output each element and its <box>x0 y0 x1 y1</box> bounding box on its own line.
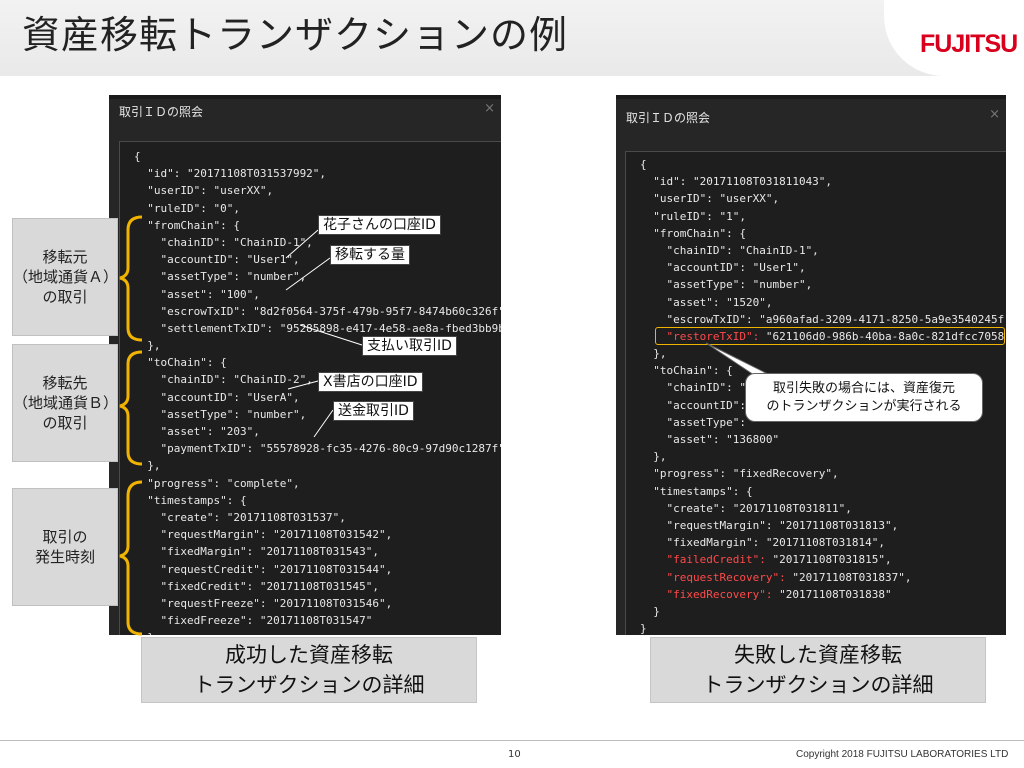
callout-hanako-account: 花子さんの口座ID <box>318 215 441 235</box>
callout-transfer-amount: 移転する量 <box>330 245 410 265</box>
brace-source <box>119 215 143 342</box>
connector-remit <box>313 409 334 438</box>
brace-destination <box>119 350 143 466</box>
connector-xstore <box>287 380 319 390</box>
callout-xstore-account: X書店の口座ID <box>318 372 423 392</box>
callout-payment-id: 支払い取引ID <box>362 336 457 356</box>
connector-hanako <box>285 229 319 259</box>
brace-timestamps <box>119 480 143 636</box>
connector-payment <box>299 324 363 346</box>
connector-amount <box>285 257 331 291</box>
callout-remit-id: 送金取引ID <box>333 401 414 421</box>
bubble-line: のトランザクションが実行される <box>766 398 962 414</box>
recovery-note-bubble: 取引失敗の場合には、資産復元 のトランザクションが実行される <box>745 373 983 422</box>
bubble-line: 取引失敗の場合には、資産復元 <box>772 380 955 396</box>
